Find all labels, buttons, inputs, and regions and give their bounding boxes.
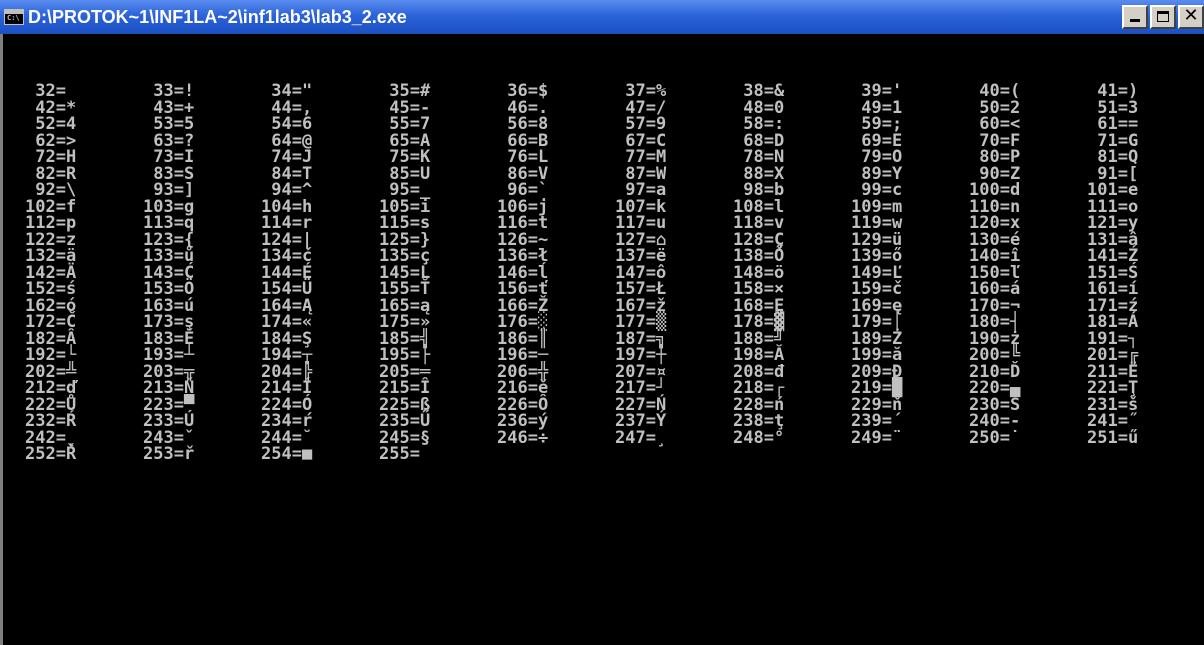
- ascii-entry: 252=Ř: [25, 444, 77, 464]
- ascii-entry: 253=ř: [143, 444, 195, 464]
- window-title: D:\PROTOK~1\INF1LA~2\inf1lab3\lab3_2.exe: [28, 6, 407, 27]
- ascii-entry: 247=¸: [615, 427, 667, 448]
- ascii-entry: [733, 446, 851, 463]
- ascii-entry: 250=˙: [969, 427, 1021, 448]
- ascii-entry: 246=÷: [497, 427, 549, 448]
- console-icon[interactable]: [4, 9, 24, 25]
- ascii-entry: 249=¨: [851, 427, 903, 448]
- ascii-table: 32= 33=! 34=" 35=# 36=$ 37=% 38=& 39=' 4…: [25, 83, 1204, 463]
- ascii-entry: [851, 446, 969, 463]
- ascii-entry: [615, 446, 733, 463]
- ascii-entry: 251=ű: [1087, 427, 1139, 448]
- maximize-button[interactable]: [1150, 5, 1176, 29]
- maximize-icon: [1157, 11, 1169, 22]
- console-window: D:\PROTOK~1\INF1LA~2\inf1lab3\lab3_2.exe…: [0, 0, 1204, 645]
- minimize-icon: [1130, 19, 1140, 22]
- console-output[interactable]: 32= 33=! 34=" 35=# 36=$ 37=% 38=& 39=' 4…: [0, 34, 1204, 645]
- ascii-entry: 255=: [379, 444, 431, 464]
- ascii-entry: 248=°: [733, 427, 785, 448]
- ascii-entry: [497, 446, 615, 463]
- title-bar[interactable]: D:\PROTOK~1\INF1LA~2\inf1lab3\lab3_2.exe…: [0, 0, 1204, 34]
- ascii-entry: [969, 446, 1087, 463]
- ascii-entry: 254=■: [261, 444, 313, 464]
- close-icon: ✕: [1183, 5, 1199, 26]
- minimize-button[interactable]: [1122, 5, 1148, 29]
- window-controls: ✕: [1122, 5, 1204, 29]
- ascii-entry: [1087, 446, 1204, 463]
- close-button[interactable]: ✕: [1178, 5, 1204, 29]
